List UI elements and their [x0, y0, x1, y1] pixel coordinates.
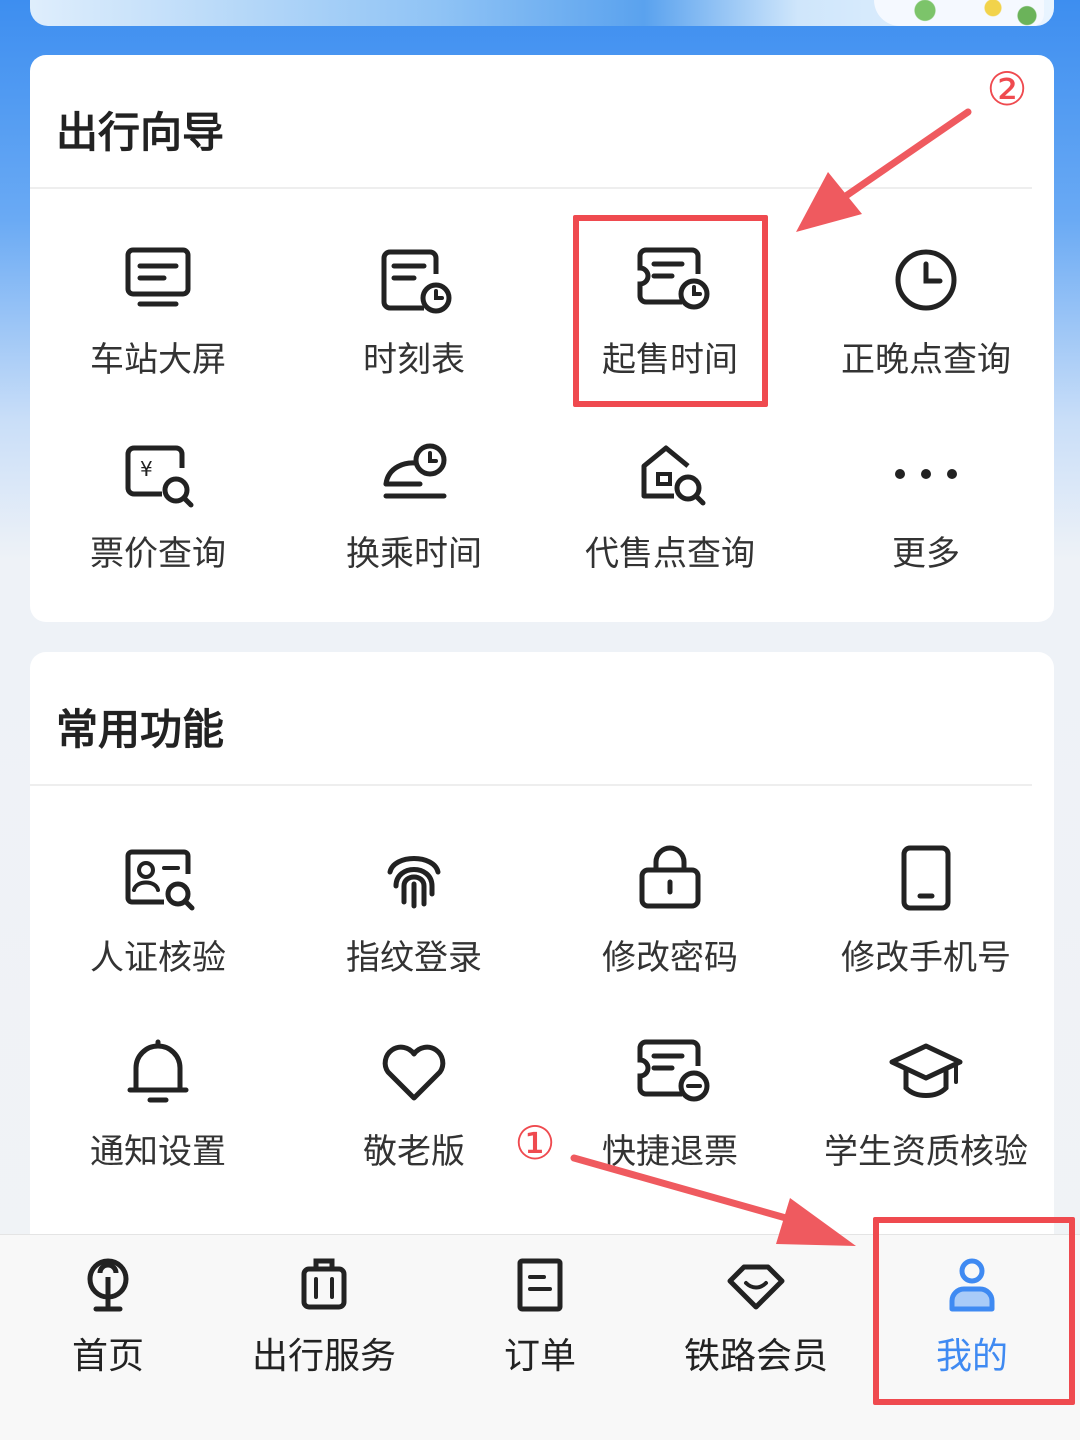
step-2-marker: ②: [986, 62, 1028, 116]
grid-item-label: 修改手机号: [841, 938, 1011, 978]
grid-item-label: 敬老版: [363, 1132, 465, 1172]
timetable-icon: [381, 249, 452, 314]
grid-item-label: 代售点查询: [585, 534, 755, 574]
grid-item-elderly-mode[interactable]: 敬老版: [286, 1032, 542, 1173]
grid-item-label: 人证核验: [90, 938, 226, 978]
grid-item-agency-query[interactable]: 代售点查询: [542, 434, 798, 575]
grid-item-student-verify[interactable]: 学生资质核验: [798, 1032, 1054, 1173]
grid-item-label: 正晚点查询: [841, 340, 1011, 380]
card-title: 出行向导: [56, 108, 225, 157]
order-list-icon: [517, 1258, 563, 1312]
grid-item-timetable[interactable]: 时刻表: [286, 240, 542, 381]
common-functions-card: 常用功能 人证核验 指纹登录 修改密码 修改手机号 通知设置 敬老版 快捷退票 …: [30, 652, 1054, 1272]
grid-item-change-password[interactable]: 修改密码: [542, 838, 798, 979]
phone-icon: [901, 845, 951, 911]
grid-item-more[interactable]: 更多: [798, 434, 1054, 575]
card-title: 常用功能: [56, 705, 225, 754]
graduation-cap-icon: [889, 1043, 963, 1098]
svg-text:¥: ¥: [140, 457, 153, 481]
transfer-time-icon: [383, 443, 447, 499]
grid-item-label: 车站大屏: [90, 340, 226, 380]
top-banner[interactable]: [30, 0, 1054, 26]
grid-item-label: 学生资质核验: [824, 1132, 1028, 1172]
heart-icon: [382, 1044, 446, 1101]
tab-orders[interactable]: 订单: [432, 1255, 648, 1379]
tab-label: 订单: [503, 1336, 576, 1377]
more-dots-icon: [895, 469, 957, 479]
grid-item-delay-query[interactable]: 正晚点查询: [798, 240, 1054, 381]
tab-label: 首页: [71, 1336, 144, 1377]
grid-item-label: 票价查询: [90, 534, 226, 574]
grid-item-transfer-time[interactable]: 换乘时间: [286, 434, 542, 575]
diamond-icon: [727, 1264, 785, 1310]
luggage-icon: [301, 1258, 347, 1310]
tab-railway-member[interactable]: 铁路会员: [648, 1255, 864, 1379]
tab-travel-services[interactable]: 出行服务: [216, 1255, 432, 1379]
highlight-mine-tab: [873, 1217, 1075, 1405]
grid-item-label: 更多: [892, 534, 960, 574]
fingerprint-icon: [387, 856, 441, 909]
grid-item-label: 修改密码: [602, 938, 738, 978]
station-screen-icon: [125, 247, 191, 307]
grid-item-notification-settings[interactable]: 通知设置: [30, 1032, 286, 1173]
grid-item-fare-query[interactable]: ¥ 票价查询: [30, 434, 286, 575]
refund-ticket-icon: [637, 1039, 710, 1102]
grid-item-fingerprint-login[interactable]: 指纹登录: [286, 838, 542, 979]
divider: [30, 187, 1032, 189]
highlight-sale-time: [573, 215, 768, 407]
grid-item-quick-refund[interactable]: 快捷退票: [542, 1032, 798, 1173]
grid-item-label: 通知设置: [90, 1132, 226, 1172]
tab-label: 铁路会员: [683, 1336, 828, 1377]
grid-item-label: 换乘时间: [346, 534, 482, 574]
step-1-marker: ①: [514, 1116, 556, 1170]
travel-guide-card: 出行向导 车站大屏 时刻表 起售时间 正晚点查询 ¥ 票价查询 换乘时间 代售点…: [30, 55, 1054, 622]
banner-decoration: [874, 0, 1044, 26]
grid-item-station-screen[interactable]: 车站大屏: [30, 240, 286, 381]
fare-search-icon: ¥: [125, 445, 194, 508]
lock-icon: [639, 845, 701, 909]
grid-item-id-verify[interactable]: 人证核验: [30, 838, 286, 979]
tab-home[interactable]: 首页: [0, 1255, 216, 1379]
tab-label: 出行服务: [251, 1336, 396, 1377]
grid-item-label: 时刻表: [363, 340, 465, 380]
bell-icon: [127, 1039, 189, 1103]
railway-logo-icon: [87, 1258, 129, 1312]
grid-item-label: 快捷退票: [602, 1132, 738, 1172]
grid-item-label: 指纹登录: [346, 938, 482, 978]
agency-search-icon: [641, 445, 706, 506]
divider: [30, 784, 1032, 786]
clock-icon: [895, 249, 957, 311]
grid-item-change-phone[interactable]: 修改手机号: [798, 838, 1054, 979]
id-verify-icon: [125, 849, 195, 911]
